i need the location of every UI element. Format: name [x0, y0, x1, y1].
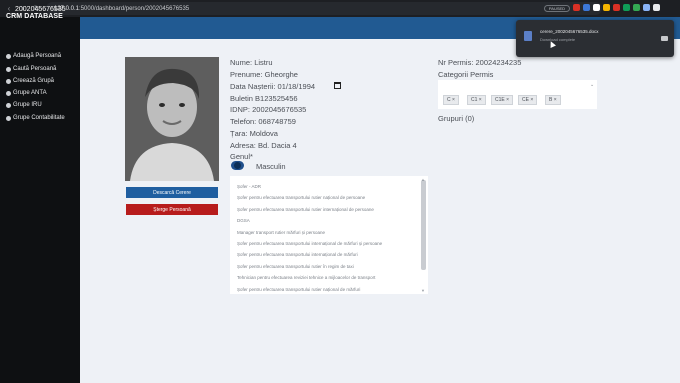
field-telefon: Telefon: 068748759 [230, 117, 296, 126]
sidebar-item[interactable]: Caută Persoană [6, 66, 56, 72]
sidebar-item[interactable]: Creează Grupă [6, 78, 54, 84]
delete-person-button[interactable]: Șterge Persoană [126, 204, 218, 215]
course-option[interactable]: Șofer pentru efectuarea transportului ru… [237, 264, 354, 269]
extension-icon[interactable] [653, 4, 660, 11]
sidebar-item[interactable]: Grupe ANTA [6, 90, 47, 96]
user-search-icon [6, 66, 11, 72]
course-option[interactable]: Șofer pentru efectuarea transportului ru… [237, 207, 374, 212]
calendar-icon[interactable] [334, 82, 341, 89]
address-bar[interactable]: 127.0.0.1:5000/dashboard/person/20020456… [46, 2, 602, 15]
sidebar-item-label: Grupe IRU [13, 102, 42, 108]
field-adresa: Adresa: Bd. Dacia 4 [230, 141, 297, 150]
page-title: 2002045676535 [15, 6, 66, 13]
download-request-button[interactable]: Descarcă Cerere [126, 187, 218, 198]
field-data-nasterii[interactable]: Data Nașterii: 01/18/1994 [230, 82, 315, 91]
sidebar-item-label: Grupe ANTA [13, 90, 47, 96]
chevron-down-icon[interactable]: ⌄ [590, 82, 594, 88]
extension-icon[interactable] [623, 4, 630, 11]
categorii-permis-label: Categorii Permis [438, 70, 494, 79]
category-chip[interactable]: C1E × [491, 95, 514, 105]
course-option[interactable]: DGSA [237, 218, 250, 223]
sidebar-item-label: Creează Grupă [13, 78, 55, 84]
course-option[interactable]: Șofer pentru efectuarea transportului ru… [237, 195, 365, 200]
brand-title: CRM DATABASE [6, 13, 63, 20]
field-idnp: IDNP: 2002045676535 [230, 105, 307, 114]
category-chip[interactable]: C × [443, 95, 459, 105]
url-text: 127.0.0.1:5000/dashboard/person/20020456… [54, 5, 190, 12]
back-icon[interactable]: ‹ [4, 4, 14, 14]
category-chip[interactable]: C1 × [467, 95, 486, 105]
group-icon [6, 115, 11, 121]
extension-icon[interactable] [593, 4, 600, 11]
course-option[interactable]: Manager transport rutier mărfuri și pers… [237, 230, 325, 235]
person-photo [125, 57, 219, 181]
extension-icon[interactable] [573, 4, 580, 11]
extension-icons [573, 4, 660, 11]
group-plus-icon [6, 78, 11, 84]
field-prenume: Prenume: Gheorghe [230, 70, 298, 79]
sidebar-item-label: Caută Persoană [13, 66, 57, 72]
sidebar-item[interactable]: Grupe IRU [6, 102, 42, 108]
gender-value: Masculin [256, 162, 286, 171]
sidebar-item[interactable]: Grupe Contabilitate [6, 115, 65, 121]
download-status: Download complete [540, 37, 576, 42]
paused-profile-badge[interactable]: PAUSED [544, 5, 570, 12]
category-chip[interactable]: B × [545, 95, 561, 105]
group-icon [6, 90, 11, 96]
scroll-down-icon[interactable]: ▼ [421, 288, 425, 293]
field-nume: Nume: Listru [230, 58, 273, 67]
course-option[interactable]: Șofer - ADR [237, 184, 261, 189]
course-option[interactable]: Șofer pentru efectuarea transportului in… [237, 252, 358, 257]
extension-icon[interactable] [643, 4, 650, 11]
sidebar-item-label: Grupe Contabilitate [13, 115, 65, 121]
extension-icon[interactable] [583, 4, 590, 11]
field-nr-permis: Nr Permis: 20024234235 [438, 58, 522, 67]
extension-icon[interactable] [613, 4, 620, 11]
course-option[interactable]: Șofer pentru efectuarea transportului in… [237, 241, 382, 246]
download-filename[interactable]: cerere_2002045676535.docx [540, 29, 599, 34]
extension-icon[interactable] [633, 4, 640, 11]
course-option[interactable]: Șofer pentru efectuarea transportului ru… [237, 287, 360, 292]
courses-scrollbar[interactable] [421, 180, 426, 270]
user-plus-icon [6, 53, 11, 59]
course-option[interactable]: Tehnician pentru efectuarea reviziei teh… [237, 275, 375, 280]
scroll-up-icon[interactable]: ▲ [421, 177, 425, 182]
folder-icon[interactable] [661, 36, 668, 41]
gender-toggle-knob [234, 162, 241, 169]
sidebar-item[interactable]: Adaugă Persoană [6, 53, 61, 59]
document-file-icon [524, 31, 532, 41]
category-chip[interactable]: CE × [518, 95, 538, 105]
field-gen-label: Genul* [230, 152, 253, 161]
field-buletin: Buletin B123525456 [230, 94, 298, 103]
group-icon [6, 102, 11, 108]
grupuri-label: Grupuri (0) [438, 114, 475, 123]
field-tara: Țara: Moldova [230, 129, 278, 138]
sidebar-item-label: Adaugă Persoană [13, 53, 62, 59]
courses-list[interactable]: Șofer - ADR Șofer pentru efectuarea trans… [230, 176, 428, 294]
extension-icon[interactable] [603, 4, 610, 11]
